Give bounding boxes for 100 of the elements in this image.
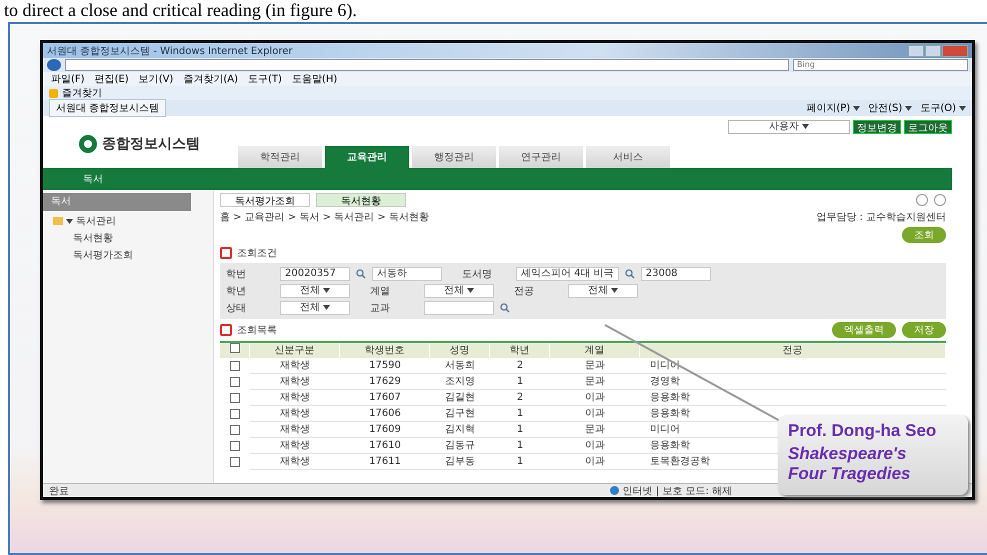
row-checkbox[interactable] bbox=[230, 361, 240, 371]
select-field[interactable]: 전체 bbox=[568, 284, 638, 298]
column-header: 계열 bbox=[550, 343, 640, 358]
nav-tab[interactable]: 학적관리 bbox=[238, 146, 322, 168]
search-icon[interactable] bbox=[624, 269, 635, 279]
row-checkbox[interactable] bbox=[230, 393, 240, 403]
table-cell: 17611 bbox=[340, 454, 430, 470]
select-field[interactable]: 전체 bbox=[424, 284, 494, 298]
menu-bar-label[interactable]: 독서 bbox=[83, 172, 103, 186]
menu-item[interactable]: 즐겨찾기(A) bbox=[183, 72, 238, 86]
breadcrumb: 홈 > 교육관리 > 독서 > 독서관리 > 독서현황 bbox=[220, 211, 429, 224]
status-text: 인터넷 | 보호 모드: 해제 bbox=[622, 484, 732, 497]
table-cell: 문과 bbox=[550, 358, 640, 374]
caret-icon bbox=[323, 288, 330, 293]
table-cell: 17606 bbox=[340, 406, 430, 422]
menu-item[interactable]: 보기(V) bbox=[138, 72, 174, 86]
table-cell: 재학생 bbox=[250, 454, 340, 470]
column-header: 학생번호 bbox=[340, 343, 430, 358]
toolbar-menu[interactable]: 도구(O) bbox=[920, 101, 966, 115]
tree-node[interactable]: 독서관리 bbox=[76, 214, 116, 228]
input-field[interactable]: 서동하 bbox=[372, 267, 442, 281]
nav-tab[interactable]: 서비스 bbox=[586, 146, 670, 168]
logo-icon bbox=[78, 134, 98, 154]
caret-icon bbox=[611, 288, 618, 293]
toolbar-menu[interactable]: 페이지(P) bbox=[806, 101, 860, 115]
table-cell: 재학생 bbox=[250, 422, 340, 438]
favorites-link[interactable]: 즐겨찾기 bbox=[62, 86, 102, 100]
table-cell: 김구현 bbox=[430, 406, 490, 422]
tree-item[interactable]: 독서평가조회 bbox=[43, 245, 213, 262]
field-label: 전공 bbox=[514, 285, 535, 298]
caption-text: to direct a close and critical reading (in figure 6). bbox=[3, 0, 358, 20]
browser-tab[interactable]: 서원대 종합정보시스템 bbox=[49, 99, 166, 117]
table-cell: 1 bbox=[490, 438, 550, 454]
table-cell: 1 bbox=[490, 374, 550, 390]
menu-item[interactable]: 파일(F) bbox=[51, 72, 85, 86]
folder-icon bbox=[53, 217, 63, 225]
table-cell: 김길현 bbox=[430, 390, 490, 406]
input-field[interactable]: 23008 bbox=[640, 267, 711, 281]
menu-item[interactable]: 도구(T) bbox=[248, 72, 282, 86]
address-field[interactable] bbox=[65, 59, 789, 71]
field-label: 계열 bbox=[370, 285, 391, 298]
row-checkbox[interactable] bbox=[230, 425, 240, 435]
field-label: 학번 bbox=[226, 268, 247, 281]
nav-tab[interactable]: 행정관리 bbox=[412, 146, 496, 168]
table-cell: 재학생 bbox=[250, 390, 340, 406]
section-title: 조회조건 bbox=[237, 247, 277, 260]
table-cell: 17609 bbox=[340, 422, 430, 438]
table-cell: 재학생 bbox=[250, 406, 340, 422]
row-checkbox[interactable] bbox=[230, 409, 240, 419]
table-cell: 조지영 bbox=[430, 374, 490, 390]
search-icon[interactable] bbox=[356, 269, 366, 279]
user-select[interactable]: 사용자 bbox=[728, 120, 850, 134]
logo-text: 종합정보시스템 bbox=[102, 135, 200, 153]
table-cell: 김동규 bbox=[430, 438, 490, 454]
input-field[interactable] bbox=[424, 301, 494, 315]
nav-tab[interactable]: 연구관리 bbox=[499, 146, 583, 168]
caret-icon bbox=[323, 304, 330, 310]
window-controls[interactable] bbox=[908, 44, 968, 56]
search-field[interactable]: Bing bbox=[793, 59, 968, 71]
column-header: 성명 bbox=[430, 343, 490, 358]
table-cell: 김부동 bbox=[430, 454, 490, 470]
row-checkbox[interactable] bbox=[230, 457, 240, 467]
status-text: 완료 bbox=[49, 484, 69, 497]
select-field[interactable]: 전체 bbox=[280, 284, 350, 298]
page-tab[interactable]: 독서현황 bbox=[316, 193, 406, 207]
callout-name: Prof. Dong-ha Seo bbox=[788, 421, 938, 441]
tree-item[interactable]: 독서현황 bbox=[43, 228, 213, 245]
header-button[interactable]: 로그아웃 bbox=[904, 120, 952, 134]
search-icon[interactable] bbox=[500, 303, 510, 313]
table-cell: 문과 bbox=[550, 422, 640, 438]
table-cell: 2 bbox=[490, 390, 550, 406]
table-cell: 17590 bbox=[340, 358, 430, 374]
globe-icon bbox=[610, 486, 619, 495]
table-cell: 김지혁 bbox=[430, 422, 490, 438]
table-cell: 재학생 bbox=[250, 374, 340, 390]
caret-icon bbox=[467, 288, 474, 293]
notice-text: 업무담당 : 교수학습지원센터 bbox=[816, 211, 946, 224]
section-title: 조회목록 bbox=[237, 324, 277, 337]
toolbar-menu[interactable]: 안전(S) bbox=[868, 101, 912, 115]
field-label: 학년 bbox=[226, 285, 247, 298]
select-field[interactable]: 전체 bbox=[280, 301, 350, 315]
table-cell: 2 bbox=[490, 358, 550, 374]
caret-icon[interactable] bbox=[66, 218, 73, 224]
menu-item[interactable]: 도움말(H) bbox=[292, 72, 338, 86]
table-cell: 재학생 bbox=[250, 438, 340, 454]
table-cell: 이과 bbox=[550, 438, 640, 454]
column-header: 학년 bbox=[490, 343, 550, 358]
header-button[interactable]: 정보변경 bbox=[853, 120, 901, 134]
input-field[interactable]: 20020357 bbox=[280, 267, 350, 281]
field-label: 상태 bbox=[226, 302, 247, 315]
table-cell: 서동희 bbox=[430, 358, 490, 374]
page-tab[interactable]: 독서평가조회 bbox=[220, 193, 310, 207]
caret-icon bbox=[959, 106, 966, 111]
row-checkbox[interactable] bbox=[230, 441, 240, 451]
row-checkbox[interactable] bbox=[230, 377, 240, 387]
input-field[interactable]: 셰익스피어 4대 비극 bbox=[516, 267, 619, 281]
nav-tab[interactable]: 교육관리 bbox=[325, 146, 409, 168]
menu-item[interactable]: 편집(E) bbox=[94, 72, 129, 86]
table-cell: 문과 bbox=[550, 374, 640, 390]
select-all-checkbox[interactable] bbox=[230, 343, 240, 353]
